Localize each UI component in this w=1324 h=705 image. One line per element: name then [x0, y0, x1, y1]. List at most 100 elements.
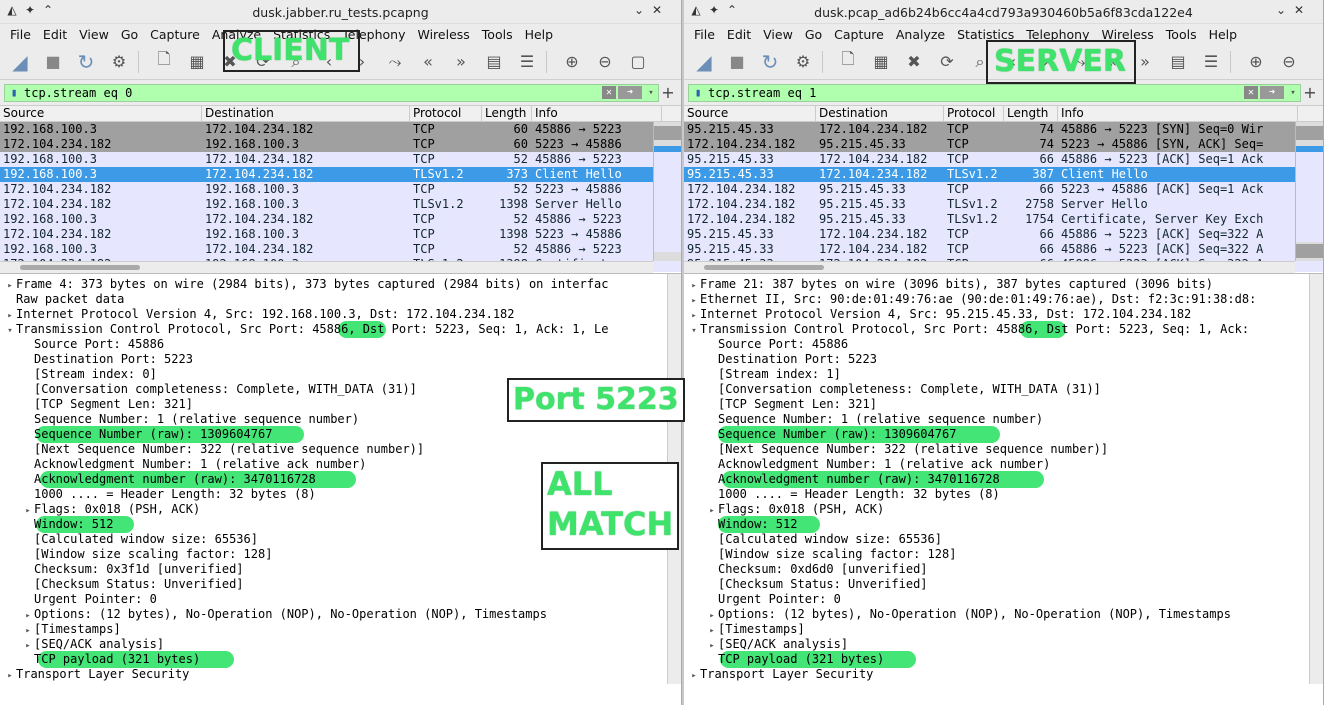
collapsed-arrow-icon[interactable]: ▸: [688, 309, 700, 322]
menu-view[interactable]: View: [73, 27, 115, 42]
tree-field[interactable]: [Checksum Status: Unverified]: [22, 577, 681, 592]
menu-view[interactable]: View: [757, 27, 799, 42]
tree-field[interactable]: Destination Port: 5223: [706, 352, 1323, 367]
tree-field[interactable]: Urgent Pointer: 0: [706, 592, 1323, 607]
display-filter-input[interactable]: ▮ tcp.stream eq 0 ✕ ➜ ▾: [4, 83, 659, 102]
go-to-packet-icon[interactable]: ⤳: [381, 48, 409, 76]
packet-row[interactable]: 172.104.234.182 192.168.100.3 TCP 1398 5223 …: [0, 227, 681, 242]
first-packet-icon[interactable]: «: [414, 48, 442, 76]
menu-file[interactable]: File: [4, 27, 37, 42]
save-file-icon[interactable]: ▦: [867, 48, 895, 76]
tree-node[interactable]: ▸ Transport Layer Security: [688, 667, 1323, 682]
open-file-icon[interactable]: 🗋: [834, 48, 862, 76]
tree-node[interactable]: ▸ [SEQ/ACK analysis]: [706, 637, 1323, 652]
stop-capture-icon[interactable]: ■: [723, 48, 751, 76]
tree-field[interactable]: Sequence Number: 1 (relative sequence nu…: [706, 412, 1323, 427]
close-file-icon[interactable]: ✖: [900, 48, 928, 76]
menu-go[interactable]: Go: [799, 27, 828, 42]
zoom-in-icon[interactable]: ⊕: [1242, 48, 1270, 76]
tree-node[interactable]: ▸ Transport Layer Security: [4, 667, 681, 682]
tree-field[interactable]: Sequence Number (raw): 1309604767: [706, 427, 1323, 442]
menu-edit[interactable]: Edit: [721, 27, 757, 42]
tree-node[interactable]: ▸ [SEQ/ACK analysis]: [22, 637, 681, 652]
zoom-in-icon[interactable]: ⊕: [558, 48, 586, 76]
menu-help[interactable]: Help: [519, 27, 560, 42]
column-header-protocol[interactable]: Protocol: [410, 106, 482, 121]
tree-node[interactable]: ▸ Options: (12 bytes), No-Operation (NOP)…: [706, 607, 1323, 622]
tree-field[interactable]: TCP payload (321 bytes): [706, 652, 1323, 667]
colorize-icon[interactable]: ☰: [513, 48, 541, 76]
packet-row[interactable]: 95.215.45.33 172.104.234.182 TCP 74 45886 → …: [684, 122, 1323, 137]
zoom-out-icon[interactable]: ⊖: [591, 48, 619, 76]
tree-node[interactable]: ▸ [Timestamps]: [706, 622, 1323, 637]
packet-row[interactable]: 192.168.100.3 172.104.234.182 TCP 52 45886 →…: [0, 212, 681, 227]
menu-tools[interactable]: Tools: [1160, 27, 1203, 42]
tree-field[interactable]: [Conversation completeness: Complete, WI…: [706, 382, 1323, 397]
tree-node[interactable]: ▾ Transmission Control Protocol, Src Port…: [688, 322, 1323, 337]
menu-capture[interactable]: Capture: [144, 27, 206, 42]
tree-field[interactable]: TCP payload (321 bytes): [22, 652, 681, 667]
packet-row[interactable]: 172.104.234.182 192.168.100.3 TCP 52 5223 → …: [0, 182, 681, 197]
capture-options-icon[interactable]: ⚙: [105, 48, 133, 76]
filter-text[interactable]: tcp.stream eq 0: [24, 86, 602, 100]
tree-field[interactable]: Source Port: 45886: [22, 337, 681, 352]
filter-history-dropdown-icon[interactable]: ▾: [644, 88, 658, 98]
packet-row[interactable]: 95.215.45.33 172.104.234.182 TCP 66 45886 → …: [684, 152, 1323, 167]
colorize-icon[interactable]: ☰: [1197, 48, 1225, 76]
collapsed-arrow-icon[interactable]: ▸: [706, 609, 718, 622]
column-header-source[interactable]: Source: [684, 106, 816, 121]
packet-row[interactable]: 95.215.45.33 172.104.234.182 TLSv1.2 387 Cli…: [684, 167, 1323, 182]
menu-analyze[interactable]: Analyze: [890, 27, 951, 42]
normal-size-icon[interactable]: ▢: [624, 48, 652, 76]
filter-history-dropdown-icon[interactable]: ▾: [1286, 88, 1300, 98]
packet-list-scrollbar[interactable]: [653, 122, 681, 261]
column-header-destination[interactable]: Destination: [202, 106, 410, 121]
minimize-icon[interactable]: ⌄: [631, 3, 647, 17]
tree-field[interactable]: [Stream index: 1]: [706, 367, 1323, 382]
tree-field[interactable]: Acknowledgment number (raw): 3470116728: [706, 472, 1323, 487]
collapsed-arrow-icon[interactable]: ▸: [688, 279, 700, 292]
tree-node[interactable]: ▸ Options: (12 bytes), No-Operation (NOP)…: [22, 607, 681, 622]
tree-field[interactable]: Urgent Pointer: 0: [22, 592, 681, 607]
packet-row[interactable]: 172.104.234.182 95.215.45.33 TCP 74 5223 → 4…: [684, 137, 1323, 152]
capture-options-icon[interactable]: ⚙: [789, 48, 817, 76]
menu-go[interactable]: Go: [115, 27, 144, 42]
collapsed-arrow-icon[interactable]: ▸: [22, 504, 34, 517]
open-file-icon[interactable]: 🗋: [150, 48, 178, 76]
save-file-icon[interactable]: ▦: [183, 48, 211, 76]
tree-field[interactable]: Checksum: 0x3f1d [unverified]: [22, 562, 681, 577]
packet-list-hscroll[interactable]: [0, 261, 653, 273]
autoscroll-icon[interactable]: ▤: [1164, 48, 1192, 76]
tree-field[interactable]: Raw packet data: [4, 292, 681, 307]
apply-filter-icon[interactable]: ➜: [618, 86, 642, 99]
tree-field[interactable]: [Checksum Status: Unverified]: [706, 577, 1323, 592]
minimize-icon[interactable]: ⌄: [1273, 3, 1289, 17]
collapsed-arrow-icon[interactable]: ▸: [706, 624, 718, 637]
tree-node[interactable]: ▸ Ethernet II, Src: 90:de:01:49:76:ae (90…: [688, 292, 1323, 307]
expanded-arrow-icon[interactable]: ▾: [688, 324, 700, 337]
packet-list-scrollbar[interactable]: [1295, 122, 1323, 261]
column-header-info[interactable]: Info: [1058, 106, 1298, 121]
tree-node[interactable]: ▸ Frame 4: 373 bytes on wire (2984 bits),…: [4, 277, 681, 292]
packet-row[interactable]: 192.168.100.3 172.104.234.182 TCP 52 45886 →…: [0, 242, 681, 257]
tree-node[interactable]: ▸ Flags: 0x018 (PSH, ACK): [706, 502, 1323, 517]
collapsed-arrow-icon[interactable]: ▸: [706, 504, 718, 517]
packet-row[interactable]: 192.168.100.3 172.104.234.182 TCP 52 45886 →…: [0, 152, 681, 167]
clear-filter-icon[interactable]: ✕: [1244, 86, 1258, 99]
start-capture-icon[interactable]: ◢: [6, 48, 34, 76]
menu-wireless[interactable]: Wireless: [411, 27, 475, 42]
collapsed-arrow-icon[interactable]: ▸: [706, 639, 718, 652]
tree-field[interactable]: Sequence Number (raw): 1309604767: [22, 427, 681, 442]
bookmark-icon[interactable]: ▮: [7, 86, 21, 100]
packet-row[interactable]: 172.104.234.182 192.168.100.3 TCP 60 5223 → …: [0, 137, 681, 152]
menu-capture[interactable]: Capture: [828, 27, 890, 42]
restart-capture-icon[interactable]: ↻: [756, 48, 784, 76]
close-icon[interactable]: ✕: [1291, 3, 1307, 17]
reload-icon[interactable]: ⟳: [933, 48, 961, 76]
tree-node[interactable]: ▸ Internet Protocol Version 4, Src: 95.21…: [688, 307, 1323, 322]
packet-row[interactable]: 95.215.45.33 172.104.234.182 TCP 66 45886 → …: [684, 242, 1323, 257]
display-filter-input[interactable]: ▮ tcp.stream eq 1 ✕ ➜ ▾: [688, 83, 1301, 102]
collapsed-arrow-icon[interactable]: ▸: [4, 279, 16, 292]
add-filter-button-icon[interactable]: +: [1301, 83, 1319, 102]
collapsed-arrow-icon[interactable]: ▸: [4, 309, 16, 322]
